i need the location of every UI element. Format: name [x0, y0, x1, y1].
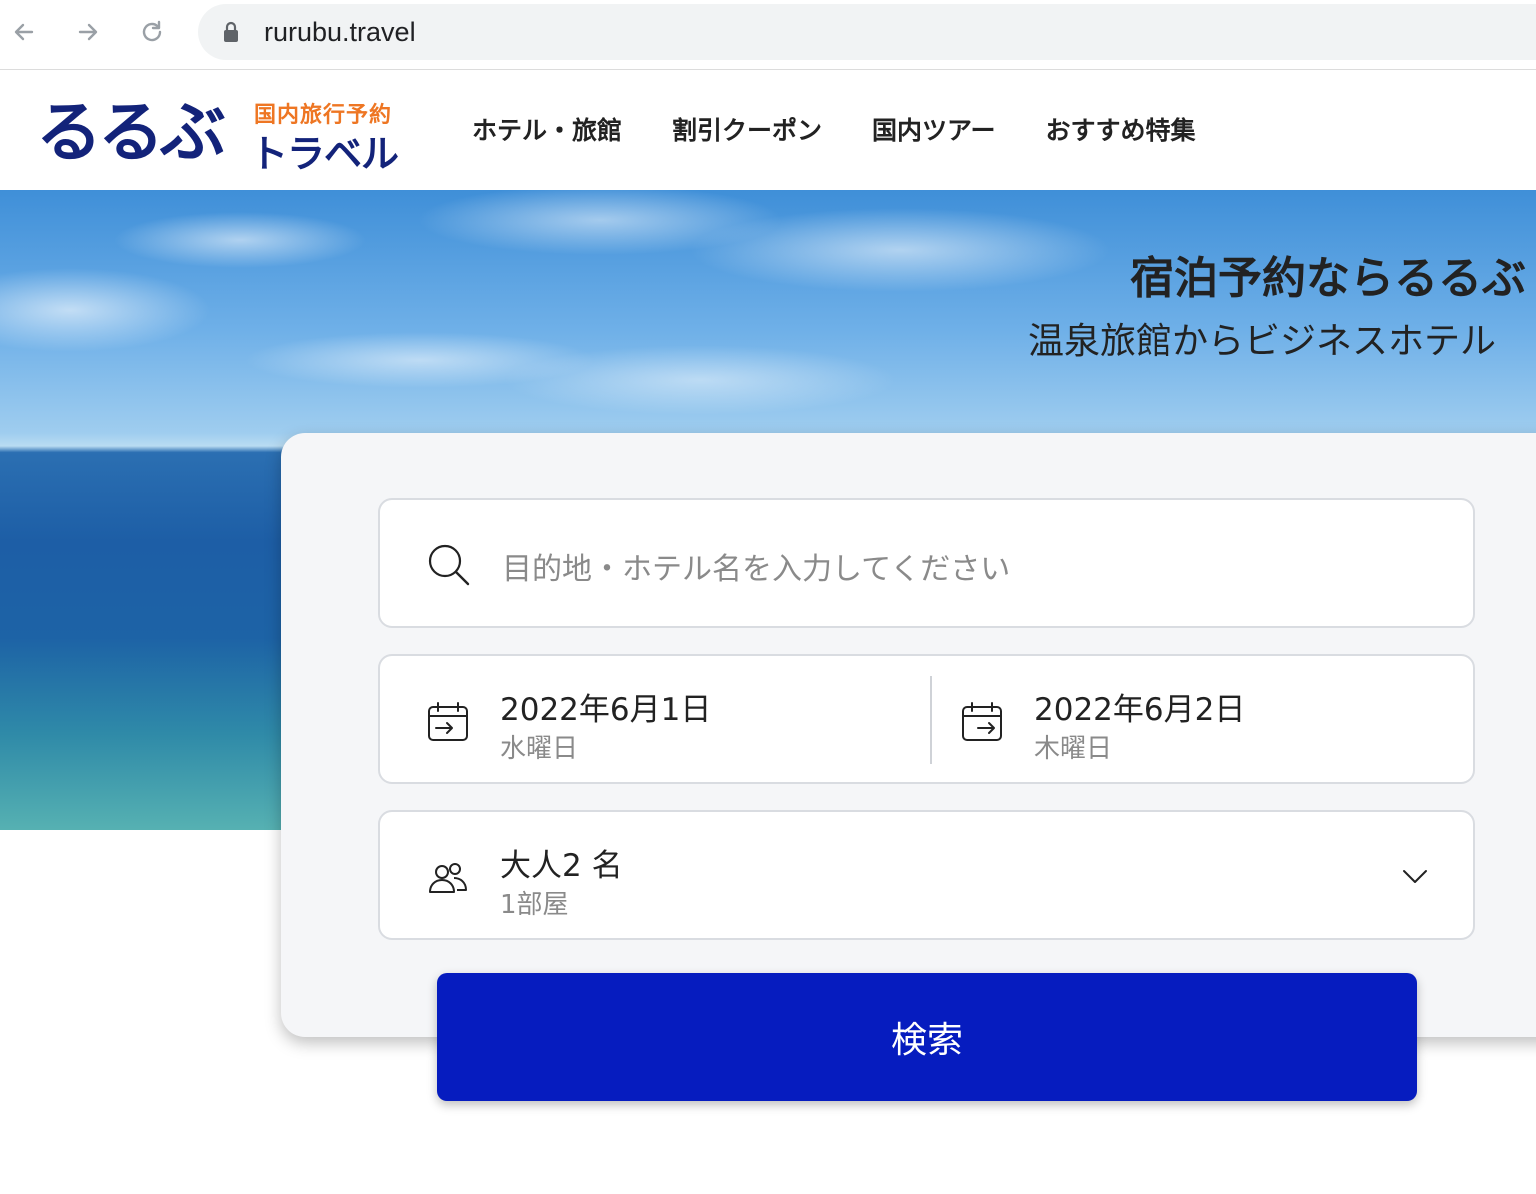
- chevron-down-icon: [1403, 870, 1427, 883]
- nav-hotels[interactable]: ホテル・旅館: [472, 111, 622, 147]
- forward-button[interactable]: [70, 14, 106, 50]
- checkin-calendar-icon: [428, 702, 468, 741]
- nav-domestic-tours[interactable]: 国内ツアー: [872, 111, 996, 147]
- back-icon: [14, 23, 34, 41]
- search-button[interactable]: 検索: [437, 973, 1417, 1101]
- main-nav: ホテル・旅館 割引クーポン 国内ツアー おすすめ特集: [472, 111, 1196, 147]
- back-button[interactable]: [6, 14, 42, 50]
- address-bar[interactable]: rurubu.travel: [198, 4, 1536, 60]
- destination-placeholder: 目的地・ホテル名を入力してください: [502, 552, 1011, 587]
- date-field: 2022年6月1日 水曜日 2022年6月2日 木曜日: [378, 654, 1475, 784]
- search-card: 目的地・ホテル名を入力してください 2022年6月1日 水曜日 2022年6月2…: [281, 433, 1536, 1037]
- guests-count: 大人2 名: [500, 848, 623, 884]
- rooms-count: 1部屋: [500, 890, 569, 920]
- checkout-weekday: 木曜日: [1034, 734, 1113, 764]
- reload-button[interactable]: [134, 14, 170, 50]
- destination-field[interactable]: 目的地・ホテル名を入力してください: [378, 498, 1475, 628]
- hero-title: 宿泊予約ならるるぶ: [1130, 253, 1526, 304]
- reload-icon: [142, 20, 162, 42]
- checkout-calendar-icon: [962, 702, 1002, 741]
- hero-subtitle: 温泉旅館からビジネスホテル: [1028, 321, 1497, 362]
- search-icon: [428, 544, 470, 586]
- lock-icon: [224, 21, 238, 42]
- nav-coupons[interactable]: 割引クーポン: [672, 111, 822, 147]
- rurubu-logo[interactable]: るるぶ 国内旅行予約 トラベル: [36, 93, 406, 176]
- logo-sub-text: トラベル: [250, 132, 399, 176]
- logo-main-text: るるぶ: [36, 94, 226, 171]
- checkin-weekday: 水曜日: [500, 734, 579, 764]
- site-header: るるぶ 国内旅行予約 トラベル ホテル・旅館 割引クーポン 国内ツアー おすすめ…: [0, 71, 1536, 190]
- browser-toolbar: rurubu.travel: [0, 0, 1536, 70]
- url-text: rurubu.travel: [264, 16, 416, 47]
- checkin-date-text: 2022年6月1日: [500, 692, 712, 728]
- nav-featured[interactable]: おすすめ特集: [1046, 111, 1196, 147]
- guests-icon: [429, 863, 467, 893]
- forward-icon: [78, 23, 98, 41]
- guests-field[interactable]: 大人2 名 1部屋: [378, 810, 1475, 940]
- checkout-date-text: 2022年6月2日: [1034, 692, 1246, 728]
- date-divider: [930, 676, 932, 764]
